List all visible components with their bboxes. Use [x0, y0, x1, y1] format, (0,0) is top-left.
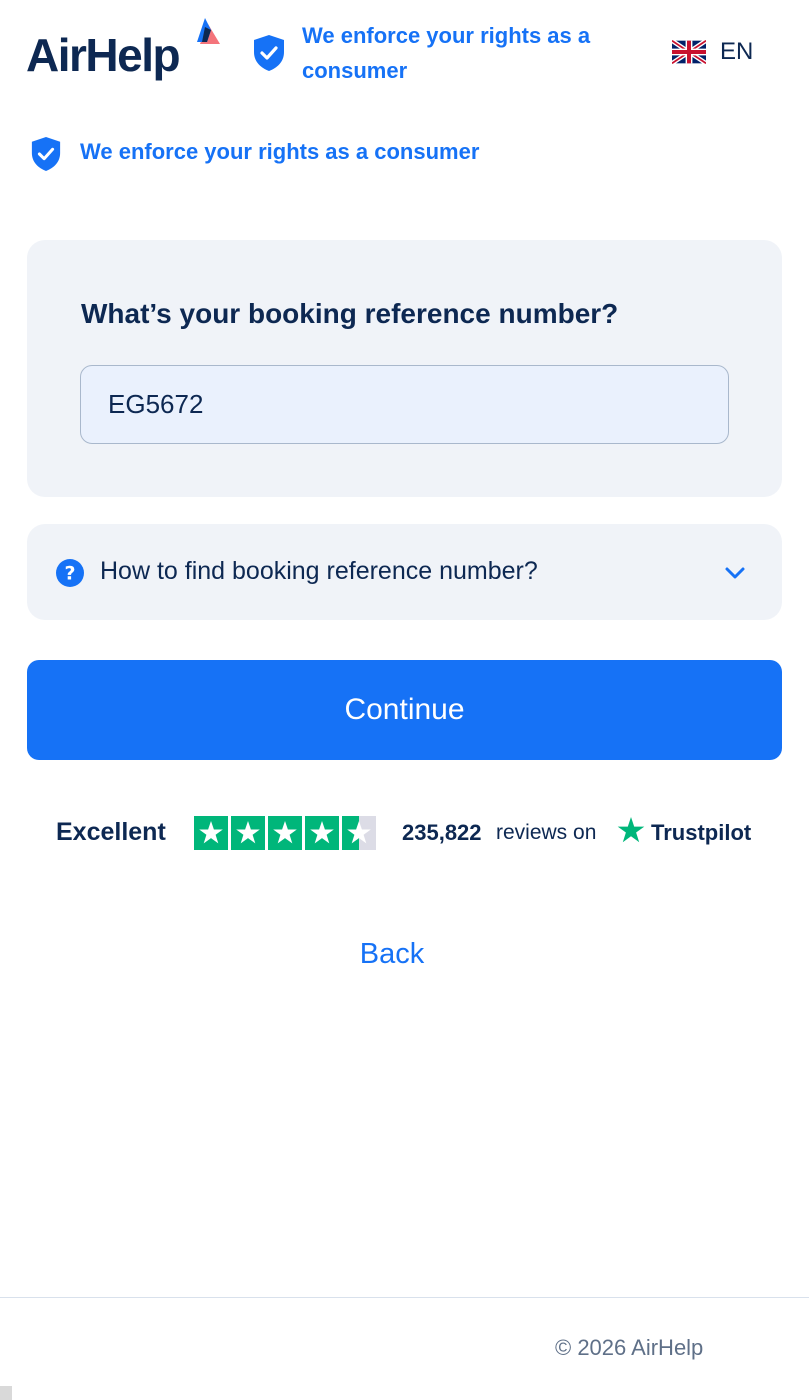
trustpilot-widget[interactable]: Excellent 235,822 reviews on Trustpilot	[0, 810, 809, 856]
question-circle-icon: ?	[56, 559, 84, 587]
trustpilot-stars	[194, 816, 376, 850]
corner-artifact	[0, 1386, 12, 1400]
trustpilot-reviews-suffix: reviews on	[496, 821, 597, 844]
trustpilot-rating-word: Excellent	[56, 818, 166, 846]
consumer-rights-notice: We enforce your rights as a consumer	[30, 134, 590, 174]
booking-reference-input[interactable]	[80, 365, 729, 444]
language-selector[interactable]: EN	[672, 36, 782, 70]
consumer-rights-text: We enforce your rights as a consumer	[80, 139, 480, 164]
trustpilot-review-count: 235,822	[402, 820, 482, 845]
logo-mark-icon	[197, 18, 220, 44]
trustpilot-star-5	[342, 816, 376, 850]
booking-reference-card: What’s your booking reference number?	[27, 240, 782, 497]
trustpilot-logo-star-icon	[617, 817, 645, 843]
booking-reference-question: What’s your booking reference number?	[81, 298, 619, 329]
footer-copyright: © 2026 AirHelp	[555, 1335, 704, 1360]
trustpilot-star-1	[194, 816, 228, 850]
svg-text:?: ?	[64, 563, 75, 585]
trustpilot-star-2	[231, 816, 265, 850]
header-trust-text: We enforce your rights as a consumer	[302, 23, 591, 83]
uk-flag-icon	[672, 40, 706, 64]
shield-check-icon	[254, 35, 284, 71]
trustpilot-brand: Trustpilot	[651, 820, 752, 845]
trustpilot-star-3	[268, 816, 302, 850]
how-to-find-accordion[interactable]: ? How to find booking reference number?	[27, 524, 782, 620]
logo-text: AirHelp	[26, 29, 181, 81]
trustpilot-star-4	[305, 816, 339, 850]
footer-divider	[0, 1297, 809, 1298]
airhelp-logo[interactable]: AirHelp	[26, 18, 226, 90]
accordion-label: How to find booking reference number?	[100, 557, 538, 585]
chevron-down-icon[interactable]	[723, 564, 747, 582]
shield-check-icon	[31, 137, 61, 171]
language-code: EN	[720, 38, 754, 65]
header: AirHelp We enforce your rights as a cons…	[0, 0, 809, 100]
header-trust-badge: We enforce your rights as a consumer	[252, 18, 590, 88]
continue-button[interactable]: Continue	[27, 660, 782, 760]
back-link[interactable]: Back	[0, 938, 784, 971]
